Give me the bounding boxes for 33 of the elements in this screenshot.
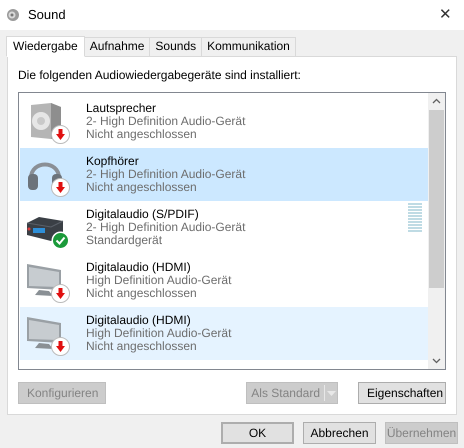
device-name: Digitalaudio (HDMI)	[86, 261, 192, 274]
speaker-icon	[6, 8, 20, 22]
device-name: Lautsprecher	[86, 102, 158, 115]
device-row[interactable]: Kopfhörer 2- High Definition Audio-Gerät Nicht angeschlossen	[20, 148, 428, 201]
caret-icon	[324, 385, 337, 401]
device-driver: 2- High Definition Audio-Gerät	[86, 168, 246, 181]
device-status: Standardgerät	[86, 234, 164, 247]
device-status: Nicht angeschlossen	[86, 340, 198, 353]
device-row[interactable]: Digitalaudio (HDMI) High Definition Audio-Gerät Nicht angeschlossen	[20, 307, 428, 360]
device-name: Kopfhörer	[86, 155, 140, 168]
window-title: Sound	[28, 6, 66, 24]
device-status: Nicht angeschlossen	[86, 128, 198, 141]
tab[interactable]: Wiedergabe	[6, 36, 85, 57]
device-driver: 2- High Definition Audio-Gerät	[86, 221, 246, 234]
device-name: Digitalaudio (S/PDIF)	[86, 208, 200, 221]
button[interactable]: Abbrechen	[303, 422, 376, 444]
button[interactable]: OK	[221, 422, 294, 444]
set-default-button: Als Standard	[246, 382, 338, 404]
level-meter-icon	[408, 203, 422, 232]
button: Konfigurieren	[18, 382, 106, 404]
scrollbar[interactable]	[428, 93, 445, 369]
device-status: Nicht angeschlossen	[86, 181, 198, 194]
device-driver: 2- High Definition Audio-Gerät	[86, 115, 246, 128]
instruction-text: Die folgenden Audiowiedergabegeräte sind installiert:	[18, 68, 302, 82]
button: Übernehmen	[385, 422, 458, 444]
button[interactable]: Eigenschaften	[358, 382, 446, 404]
device-driver: High Definition Audio-Gerät	[86, 327, 232, 340]
scroll-thumb[interactable]	[429, 110, 444, 288]
tab[interactable]: Kommunikation	[201, 37, 296, 56]
device-status: Nicht angeschlossen	[86, 287, 198, 300]
device-name: Digitalaudio (HDMI)	[86, 314, 192, 327]
device-driver: High Definition Audio-Gerät	[86, 274, 232, 287]
close-button[interactable]: ✕	[439, 4, 452, 26]
